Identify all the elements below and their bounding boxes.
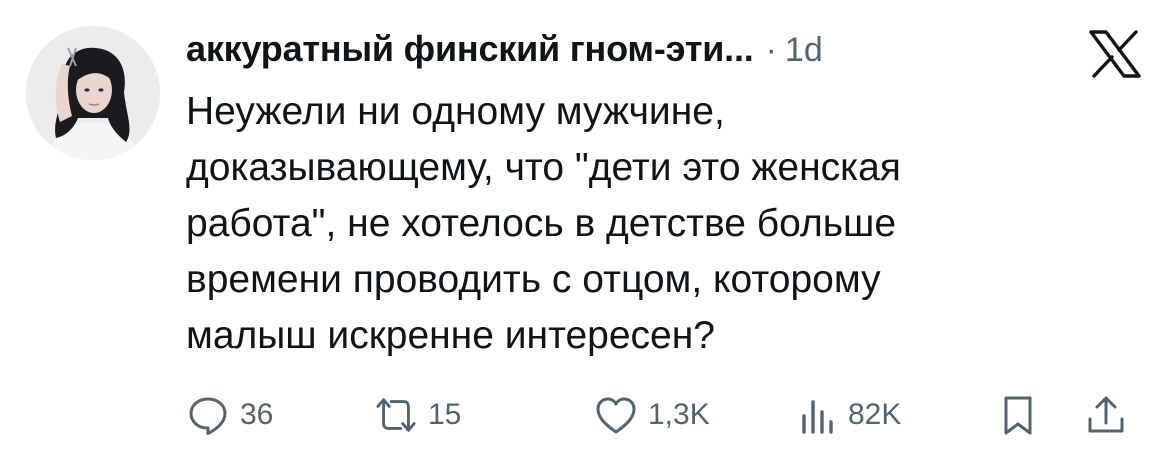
tweet-text: Неужели ни одному мужчине, доказывающему… — [186, 90, 901, 357]
x-logo-icon[interactable] — [1088, 30, 1142, 78]
tweet-timestamp[interactable]: 1d — [785, 31, 823, 70]
like-count: 1,3K — [648, 398, 710, 431]
author-display-name[interactable]: аккуратный финский гном-эти... — [186, 28, 754, 70]
reply-icon — [186, 393, 230, 437]
header-separator: · — [765, 31, 777, 69]
tweet-card: аккуратный финский гном-эти... · 1d Неуж… — [0, 0, 1170, 468]
reply-button[interactable]: 36 — [186, 390, 273, 440]
views-chart-icon — [794, 393, 838, 437]
repost-count: 15 — [428, 398, 462, 431]
tweet-actions-bar: 36 15 1,3K 82K — [186, 390, 1146, 440]
like-button[interactable]: 1,3K — [594, 390, 710, 440]
share-button[interactable] — [1084, 390, 1128, 440]
avatar[interactable] — [26, 26, 160, 160]
bookmark-button[interactable] — [996, 390, 1040, 440]
repost-button[interactable]: 15 — [374, 390, 461, 440]
views-button[interactable]: 82K — [794, 390, 901, 440]
share-icon — [1084, 393, 1128, 437]
repost-icon — [374, 393, 418, 437]
avatar-image — [26, 26, 160, 160]
heart-icon — [594, 393, 638, 437]
views-count: 82K — [848, 398, 902, 431]
tweet-header: аккуратный финский гном-эти... · 1d — [186, 28, 823, 78]
bookmark-icon — [996, 393, 1040, 437]
reply-count: 36 — [240, 398, 274, 431]
